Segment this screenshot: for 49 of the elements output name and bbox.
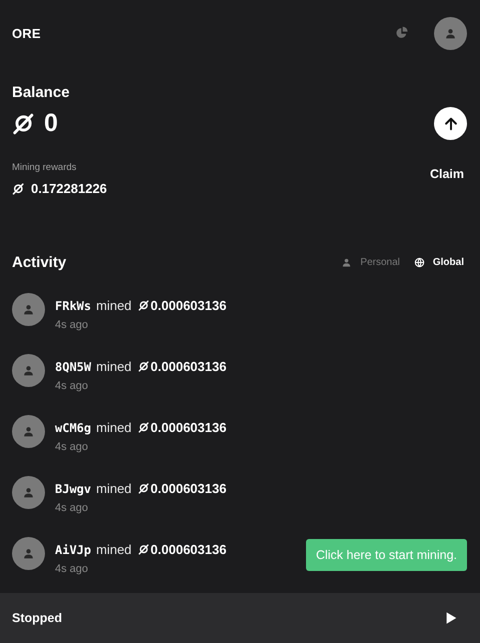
user-avatar xyxy=(12,293,45,326)
user-name[interactable]: 8QN5W xyxy=(55,360,92,374)
person-icon xyxy=(444,26,457,40)
user-name[interactable]: BJwgv xyxy=(55,482,92,496)
ore-icon xyxy=(138,483,149,494)
mined-amount: 0.000603136 xyxy=(150,542,226,557)
mined-amount: 0.000603136 xyxy=(150,481,226,496)
mined-amount: 0.000603136 xyxy=(150,298,226,313)
globe-icon xyxy=(414,257,425,268)
mined-amount: 0.000603136 xyxy=(150,359,226,374)
mined-amount: 0.000603136 xyxy=(150,420,226,435)
action-text: mined xyxy=(96,481,132,496)
action-text: mined xyxy=(96,359,132,374)
timestamp: 4s ago xyxy=(55,380,90,392)
claim-button[interactable]: Claim xyxy=(430,167,464,181)
play-icon[interactable] xyxy=(444,611,458,625)
action-text: mined xyxy=(96,420,132,435)
ore-icon xyxy=(138,361,149,372)
user-name[interactable]: AiVJp xyxy=(55,542,92,556)
section-title: Activity xyxy=(12,254,66,271)
ore-icon xyxy=(12,182,24,194)
timestamp: 4s ago xyxy=(55,563,90,575)
ore-icon xyxy=(138,300,149,311)
send-button[interactable] xyxy=(434,107,467,140)
profile-button[interactable] xyxy=(434,16,467,50)
action-text: mined xyxy=(96,298,132,313)
rewards-label: Mining rewards xyxy=(12,162,78,173)
pie-chart-icon[interactable] xyxy=(395,26,409,40)
ore-icon xyxy=(12,112,34,134)
app-logo[interactable]: ORE xyxy=(12,26,41,40)
user-name[interactable]: wCM6g xyxy=(55,420,92,434)
ore-icon xyxy=(138,422,149,433)
timestamp: 4s ago xyxy=(55,319,90,331)
timestamp: 4s ago xyxy=(55,441,90,453)
timestamp: 4s ago xyxy=(55,502,90,514)
user-avatar xyxy=(12,476,45,509)
status-text: Stopped xyxy=(12,611,62,625)
section-title: Balance xyxy=(12,84,71,101)
balance-amount: 0 xyxy=(44,109,58,138)
user-name[interactable]: FRkWs xyxy=(55,298,92,312)
user-avatar xyxy=(12,354,45,387)
action-text: mined xyxy=(96,542,132,557)
rewards-amount: 0.172281226 xyxy=(31,181,107,196)
filter-tab[interactable]: Personal xyxy=(341,257,400,268)
user-avatar xyxy=(12,537,45,570)
filter-tab[interactable]: Global xyxy=(414,257,464,268)
person-icon xyxy=(341,257,352,268)
ore-icon xyxy=(138,544,149,555)
user-avatar xyxy=(12,415,45,448)
